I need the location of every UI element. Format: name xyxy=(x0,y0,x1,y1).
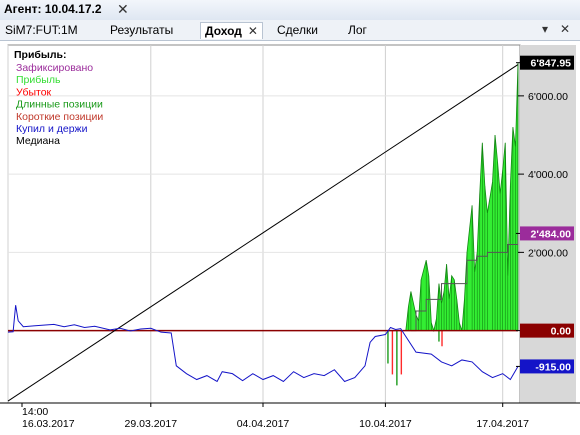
window-title: Агент: 10.04.17.2 xyxy=(4,2,102,16)
tab-income-label: Доход xyxy=(205,24,242,38)
y-tick-label: 6'000.00 xyxy=(528,91,568,103)
tab-trades[interactable]: Сделки xyxy=(277,22,318,38)
legend-item: Короткие позиции xyxy=(16,111,103,123)
x-axis-labels: 14:0016.03.2017 29.03.2017 04.04.2017 10.04… xyxy=(21,403,529,430)
x-axis-label: 10.04.2017 xyxy=(359,418,412,430)
x-axis-label: 17.04.2017 xyxy=(476,418,529,430)
legend-item: Зафиксировано xyxy=(16,62,93,74)
window-titlebar: Агент: 10.04.17.2 ✕ xyxy=(0,0,580,21)
income-chart: Прибыль:ЗафиксированоПрибыльУбытокДлинны… xyxy=(0,44,580,430)
tab-results[interactable]: Результаты xyxy=(110,22,173,38)
y-tick-label: 4'000.00 xyxy=(528,169,568,181)
value-badge-label: 6'847.95 xyxy=(531,58,572,70)
close-panel-icon[interactable]: ✕ xyxy=(560,22,570,36)
x-axis-label: 04.04.2017 xyxy=(237,418,290,430)
x-axis-label: 14:00 xyxy=(22,406,48,418)
close-window-icon[interactable]: ✕ xyxy=(117,1,129,18)
x-axis-label: 29.03.2017 xyxy=(125,418,178,430)
legend-item: Убыток xyxy=(16,86,52,98)
value-badge-label: -915.00 xyxy=(535,361,571,373)
legend-item: Купил и держи xyxy=(16,123,88,135)
y-tick-label: 2'000.00 xyxy=(528,247,568,259)
value-badge-label: 2'484.00 xyxy=(531,228,572,240)
value-badge-label: 0.00 xyxy=(551,326,572,338)
tab-income[interactable]: Доход ✕ xyxy=(200,22,263,39)
legend-title: Прибыль: xyxy=(14,49,67,61)
x-axis-label: 16.03.2017 xyxy=(22,418,75,430)
close-tab-icon[interactable]: ✕ xyxy=(248,24,258,38)
legend-item: Медиана xyxy=(16,135,60,147)
tab-log[interactable]: Лог xyxy=(348,22,367,38)
tab-list-dropdown-icon[interactable]: ▾ xyxy=(542,22,548,36)
tab-instrument[interactable]: SiM7:FUT:1M xyxy=(5,22,78,38)
legend-item: Прибыль xyxy=(16,74,61,86)
tab-bar: SiM7:FUT:1M Результаты Доход ✕ Сделки Лог… xyxy=(0,20,580,41)
legend-item: Длинные позиции xyxy=(16,99,103,111)
